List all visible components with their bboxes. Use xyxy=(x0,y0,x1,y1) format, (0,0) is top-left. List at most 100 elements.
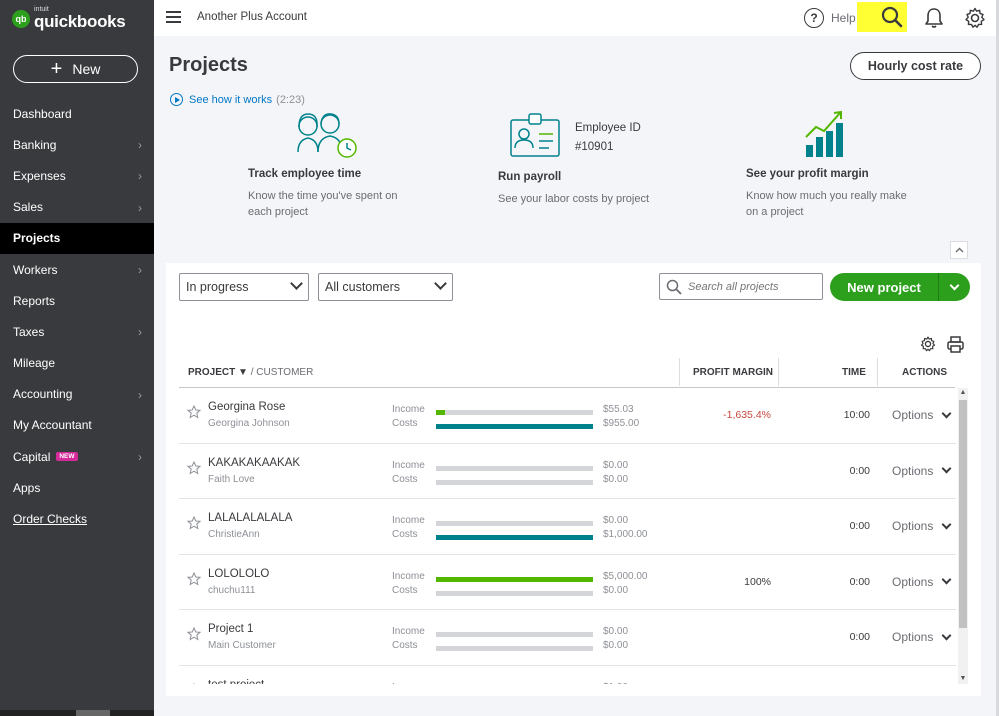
new-button-label: New xyxy=(72,61,101,77)
project-name-link[interactable]: LOLOLOLO xyxy=(208,568,269,580)
sidebar-item-banking[interactable]: Banking › xyxy=(0,129,154,160)
table-settings-gear-icon[interactable] xyxy=(920,336,936,357)
options-label: Options xyxy=(892,519,934,533)
new-button[interactable]: + New xyxy=(13,55,138,83)
project-name-link[interactable]: LALALALALALA xyxy=(208,512,292,524)
new-badge: NEW xyxy=(56,452,78,462)
chevron-up-icon xyxy=(955,247,963,253)
income-amount: $0.00 xyxy=(603,515,629,526)
run-payroll-title: Run payroll xyxy=(498,171,562,183)
track-time-title: Track employee time xyxy=(248,168,362,180)
sidebar-item-accounting[interactable]: Accounting › xyxy=(0,379,154,410)
options-dropdown[interactable]: Options xyxy=(892,574,952,589)
options-dropdown[interactable]: Options xyxy=(892,519,952,533)
hourly-cost-rate-button[interactable]: Hourly cost rate xyxy=(850,52,981,80)
table-row[interactable]: Georgina Rose Georgina Johnson Income $55.0… xyxy=(179,388,956,444)
sidebar-item-mileage[interactable]: Mileage xyxy=(0,348,154,379)
project-name-link[interactable]: Georgina Rose xyxy=(208,401,285,413)
table-row[interactable]: test projectIncome$1,00CostsOptions xyxy=(179,666,956,685)
plus-icon: + xyxy=(50,58,63,80)
costs-bar xyxy=(436,424,593,429)
chevron-right-icon: › xyxy=(138,325,142,340)
star-icon[interactable] xyxy=(187,682,201,684)
chevron-down-icon xyxy=(941,408,952,418)
print-icon[interactable] xyxy=(947,336,964,358)
costs-amount: $0.00 xyxy=(603,584,629,596)
project-name-link[interactable]: KAKAKAKAAKAK xyxy=(208,457,300,469)
customer-name: Main Customer xyxy=(208,640,276,651)
sidebar-item-label: Mileage xyxy=(13,356,56,371)
chevron-right-icon: › xyxy=(138,450,142,465)
project-column-header[interactable]: PROJECT ▼ / CUSTOMER xyxy=(188,367,313,378)
employee-id-value: #10901 xyxy=(575,141,614,153)
sidebar-item-capital[interactable]: Capital NEW › xyxy=(0,441,154,472)
profit-margin-value: 100% xyxy=(744,575,771,588)
table-row[interactable]: LOLOLOLO chuchu111 Income $5,000.00 Costs $0.… xyxy=(179,555,956,610)
income-label: Income xyxy=(392,682,425,685)
options-dropdown[interactable]: Options xyxy=(892,464,952,478)
options-dropdown[interactable]: Options xyxy=(892,630,952,644)
income-amount: $55.03 xyxy=(603,404,634,415)
sidebar-item-reports[interactable]: Reports xyxy=(0,285,154,316)
menu-icon[interactable] xyxy=(166,11,181,23)
costs-bar xyxy=(436,646,593,651)
project-search-field[interactable] xyxy=(659,273,823,300)
star-icon[interactable] xyxy=(186,460,202,480)
sidebar-item-projects[interactable]: Projects xyxy=(0,222,154,254)
table-scrollbar[interactable]: ▲ ▼ xyxy=(958,388,968,684)
sidebar-item-order-checks[interactable]: Order Checks xyxy=(0,503,154,534)
time-value: 10:00 xyxy=(843,409,870,421)
sidebar-item-workers[interactable]: Workers › xyxy=(0,254,154,285)
profit-margin-column-header[interactable]: PROFIT MARGIN xyxy=(693,367,773,378)
search-icon[interactable] xyxy=(880,5,904,34)
customer-filter-select[interactable]: All customers xyxy=(318,273,453,301)
scroll-up-arrow-icon[interactable]: ▲ xyxy=(958,388,968,398)
collapse-promo-button[interactable] xyxy=(950,241,968,259)
logo-brand-text: quickbooks xyxy=(34,12,126,31)
project-search-input[interactable] xyxy=(688,280,818,293)
settings-gear-icon[interactable] xyxy=(964,7,986,34)
sidebar-item-dashboard[interactable]: Dashboard xyxy=(0,98,154,129)
time-column-header[interactable]: TIME xyxy=(842,367,866,378)
sidebar-item-sales[interactable]: Sales › xyxy=(0,192,154,223)
star-icon[interactable] xyxy=(186,404,202,424)
costs-label: Costs xyxy=(392,418,418,429)
options-label: Options xyxy=(892,574,934,589)
project-name-link[interactable]: test project xyxy=(208,679,264,685)
table-row[interactable]: LALALALALALA ChristieAnn Income $0.00 Costs $… xyxy=(179,499,956,555)
scrollbar-thumb[interactable] xyxy=(959,400,967,628)
options-dropdown[interactable]: Options xyxy=(892,408,952,422)
sort-desc-icon: ▼ xyxy=(238,367,248,378)
chevron-right-icon: › xyxy=(138,169,142,184)
notifications-bell-icon[interactable] xyxy=(924,7,944,34)
run-payroll-desc: See your labor costs by project xyxy=(498,193,650,205)
help-label[interactable]: Help xyxy=(831,11,856,25)
new-project-dropdown[interactable] xyxy=(939,280,970,290)
status-filter-value: In progress xyxy=(186,280,249,294)
sidebar-item-my-accountant[interactable]: My Accountant xyxy=(0,410,154,441)
track-time-illustration-icon xyxy=(294,110,360,165)
time-value: 0:00 xyxy=(849,575,870,588)
costs-bar-fill xyxy=(436,535,593,540)
income-label: Income xyxy=(392,515,425,526)
quickbooks-logo[interactable]: qb intuit quickbooks xyxy=(12,6,126,31)
new-project-button[interactable]: New project xyxy=(830,273,970,301)
help-icon[interactable]: ? xyxy=(804,8,824,28)
scroll-down-arrow-icon[interactable]: ▼ xyxy=(958,674,968,684)
star-icon[interactable] xyxy=(186,515,202,535)
sidebar-item-label: Apps xyxy=(13,480,41,495)
star-icon[interactable] xyxy=(186,626,202,646)
sidebar-item-expenses[interactable]: Expenses › xyxy=(0,160,154,191)
star-icon[interactable] xyxy=(186,571,202,591)
sidebar-item-taxes[interactable]: Taxes › xyxy=(0,316,154,347)
left-sidebar: qb intuit quickbooks + New Dashboard Bank… xyxy=(0,0,154,716)
table-row[interactable]: Project 1 Main Customer Income $0.00 Costs $0… xyxy=(179,610,956,666)
status-filter-select[interactable]: In progress xyxy=(179,273,309,301)
sidebar-item-apps[interactable]: Apps xyxy=(0,472,154,503)
see-how-it-works-link[interactable]: See how it works (2:23) xyxy=(170,93,305,106)
income-amount: $5,000.00 xyxy=(603,570,648,582)
project-name-link[interactable]: Project 1 xyxy=(208,623,253,635)
costs-bar xyxy=(436,535,593,540)
profit-chart-icon xyxy=(804,109,846,164)
table-row[interactable]: KAKAKAKAAKAK Faith Love Income $0.00 Costs $0… xyxy=(179,444,956,499)
